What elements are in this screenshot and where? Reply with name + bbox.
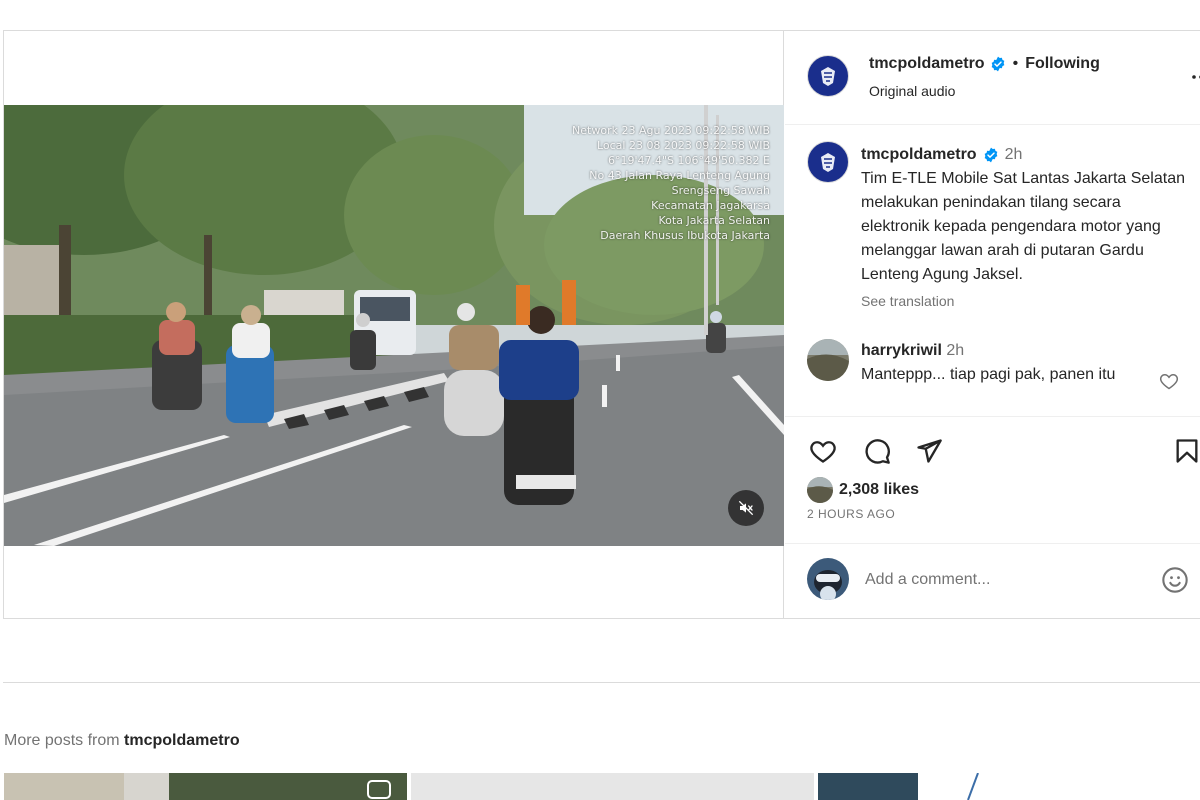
video-timestamp-overlay: Network 23 Agu 2023 09:22:58 WIB Local 2… — [572, 123, 770, 243]
more-options-button[interactable] — [1189, 65, 1200, 89]
post-header: tmcpoldametro • Following Original audio — [785, 31, 1200, 125]
more-post-thumbnail[interactable] — [818, 773, 918, 800]
send-icon — [917, 439, 942, 463]
overlay-line: Local 23 08 2023 09:22:58 WIB — [596, 139, 770, 152]
following-button[interactable]: Following — [1025, 55, 1100, 73]
overlay-line: No 43 Jalan Raya Lenteng Agung — [589, 169, 770, 182]
post-card: Network 23 Agu 2023 09:22:58 WIB Local 2… — [3, 30, 1200, 619]
heart-icon — [810, 441, 836, 463]
comment-text: Manteppp... tiap pagi pak, panen itu — [861, 366, 1116, 383]
emoji-button[interactable] — [1161, 566, 1189, 594]
author-avatar[interactable] — [807, 55, 849, 97]
emoji-icon — [1162, 567, 1188, 593]
heart-icon — [1159, 373, 1179, 390]
overlay-line: Srengseng Sawah — [671, 184, 770, 197]
commenter-avatar-image — [807, 339, 849, 381]
verified-badge-icon — [984, 147, 997, 163]
overlay-line: Network 23 Agu 2023 09:22:58 WIB — [572, 124, 770, 137]
header-user-row: tmcpoldametro • Following — [869, 55, 1100, 73]
likes-row: 2,308 likes — [807, 477, 919, 503]
thumbnail-image — [818, 773, 918, 800]
more-post-thumbnail[interactable] — [918, 773, 1200, 800]
liker-avatar-image — [807, 477, 833, 503]
share-button[interactable] — [913, 435, 945, 467]
more-post-thumbnail[interactable] — [4, 773, 407, 800]
current-user-avatar — [807, 558, 849, 600]
caption-header: tmcpoldametro 2h — [861, 143, 1191, 167]
overlay-line: 6°19'47.4"S 106°49'50.382 E — [607, 154, 770, 167]
comment-body: harrykriwil 2h Manteppp... tiap pagi pak… — [861, 339, 1161, 387]
media-area: Network 23 Agu 2023 09:22:58 WIB Local 2… — [4, 31, 784, 618]
overlay-line: Kota Jakarta Selatan — [658, 214, 771, 227]
police-logo-icon — [814, 62, 842, 90]
thumbnail-image — [918, 773, 1200, 800]
see-translation-link[interactable]: See translation — [861, 289, 1191, 313]
comment-button[interactable] — [861, 435, 893, 467]
liker-avatar[interactable] — [807, 477, 833, 503]
thumbnail-image — [411, 773, 814, 800]
more-post-thumbnail[interactable] — [411, 773, 814, 800]
post-caption: tmcpoldametro 2h Tim E-TLE Mobile Sat La… — [861, 143, 1191, 313]
like-button[interactable] — [807, 435, 839, 467]
comment-input[interactable] — [865, 568, 1125, 592]
commenter-avatar[interactable] — [807, 339, 849, 381]
video-player[interactable]: Network 23 Agu 2023 09:22:58 WIB Local 2… — [4, 105, 784, 546]
author-username[interactable]: tmcpoldametro — [869, 55, 985, 73]
caption-author-avatar[interactable] — [807, 141, 849, 183]
post-timestamp[interactable]: 2 HOURS AGO — [807, 507, 895, 521]
post-actions — [785, 431, 1200, 471]
more-posts-prefix: More posts from — [4, 732, 125, 749]
thumbnail-image — [4, 773, 407, 800]
police-logo-icon — [814, 148, 842, 176]
caption-text: Tim E-TLE Mobile Sat Lantas Jakarta Sela… — [861, 170, 1185, 283]
comment-like-button[interactable] — [1159, 371, 1179, 391]
comment-time[interactable]: 2h — [946, 342, 964, 359]
more-posts-heading: More posts from tmcpoldametro — [4, 732, 240, 750]
caption-username[interactable]: tmcpoldametro — [861, 143, 977, 167]
section-divider — [3, 682, 1200, 683]
audio-link[interactable]: Original audio — [869, 83, 955, 99]
muted-speaker-icon — [738, 500, 754, 516]
current-user-avatar-image — [807, 558, 849, 600]
more-posts-username[interactable]: tmcpoldametro — [124, 732, 240, 749]
verified-badge-icon — [991, 56, 1004, 72]
bookmark-icon — [1176, 439, 1198, 463]
save-button[interactable] — [1171, 435, 1200, 467]
overlay-line: Kecamatan Jagakarsa — [651, 199, 770, 212]
mute-toggle-button[interactable] — [728, 490, 764, 526]
likes-count[interactable]: 2,308 likes — [839, 481, 919, 499]
post-sidebar: tmcpoldametro • Following Original audio — [785, 31, 1200, 618]
comment-icon — [865, 439, 890, 464]
add-comment-bar — [785, 543, 1200, 617]
comments-section: tmcpoldametro 2h Tim E-TLE Mobile Sat La… — [785, 125, 1200, 417]
caption-time[interactable]: 2h — [1005, 143, 1023, 167]
more-horizontal-icon — [1192, 75, 1200, 79]
overlay-line: Daerah Khusus Ibukota Jakarta — [600, 229, 770, 242]
separator-dot: • — [1012, 55, 1019, 72]
commenter-username[interactable]: harrykriwil — [861, 342, 942, 359]
